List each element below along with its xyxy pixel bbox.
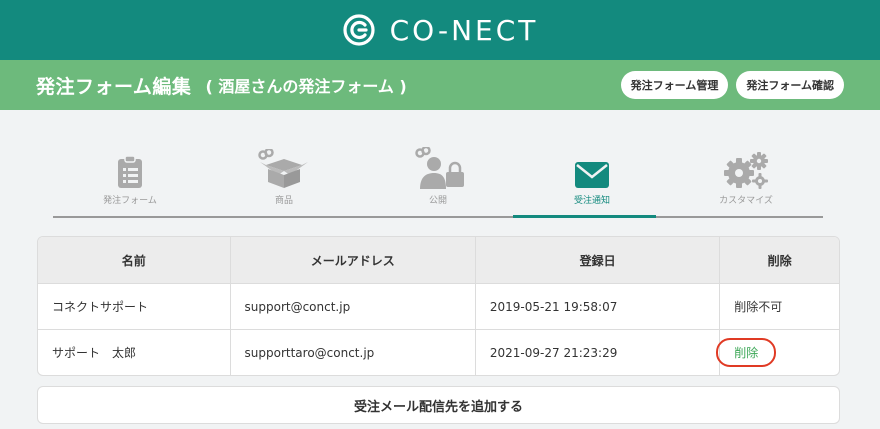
notification-table: 名前 メールアドレス 登録日 削除 コネクトサポート support@conct…	[37, 236, 840, 376]
active-step-indicator	[513, 215, 656, 218]
table-row: コネクトサポート support@conct.jp 2019-05-21 19:…	[38, 283, 839, 329]
cell-name: サポート 太郎	[52, 346, 137, 360]
tab-order-form[interactable]: 発注フォーム	[53, 148, 207, 218]
table-row: サポート 太郎 supporttaro@conct.jp 2021-09-27 …	[38, 329, 839, 375]
column-header-delete: 削除	[719, 237, 839, 283]
table-header: 名前 メールアドレス 登録日 削除	[38, 237, 839, 283]
cell-date: 2019-05-21 19:58:07	[474, 284, 719, 329]
logo-mark-icon	[343, 14, 375, 46]
envelope-icon	[575, 162, 609, 188]
header-actions: 発注フォーム管理 発注フォーム確認	[620, 71, 844, 99]
tab-label: 受注通知	[573, 196, 610, 206]
tab-publish[interactable]: 公開	[361, 147, 515, 218]
page-header: 発注フォーム編集 ( 酒屋さんの発注フォーム ) 発注フォーム管理 発注フォーム…	[0, 60, 880, 110]
box-icon	[258, 149, 308, 188]
page-subtitle: ( 酒屋さんの発注フォーム )	[205, 77, 407, 96]
top-navbar: CO-NECT	[0, 0, 880, 60]
steps-divider	[53, 216, 823, 218]
tab-label: 発注フォーム	[103, 196, 157, 206]
cell-delete: 削除	[716, 330, 839, 375]
clipboard-icon	[118, 155, 142, 188]
column-header-name: 名前	[121, 253, 146, 268]
user-lock-icon	[415, 147, 464, 189]
cell-date: 2021-09-27 21:23:29	[474, 330, 719, 375]
logo[interactable]: CO-NECT	[342, 13, 539, 47]
cell-delete-disabled: 削除不可	[719, 284, 839, 329]
tab-customize[interactable]: カスタマイズ	[669, 148, 823, 218]
form-confirm-button[interactable]: 発注フォーム確認	[736, 71, 844, 99]
tab-label: カスタマイズ	[719, 196, 773, 206]
add-recipient-button[interactable]: 受注メール配信先を追加する	[37, 386, 840, 424]
logo-text: CO-NECT	[389, 13, 539, 47]
step-tabs: 発注フォーム 商品 公開 受注通知 カスタマイズ	[53, 147, 823, 220]
delete-link[interactable]: 削除	[716, 338, 777, 367]
cell-name: コネクトサポート	[52, 300, 149, 314]
cell-email: supporttaro@conct.jp	[229, 330, 475, 375]
page-title: 発注フォーム編集	[36, 75, 192, 98]
column-header-date: 登録日	[474, 237, 719, 283]
gears-icon	[724, 152, 768, 189]
tab-label: 商品	[274, 196, 293, 206]
tab-products[interactable]: 商品	[207, 148, 361, 218]
tab-order-notification[interactable]: 受注通知	[515, 148, 669, 218]
cell-email: support@conct.jp	[229, 284, 475, 329]
tab-label: 公開	[428, 196, 447, 206]
column-header-email: メールアドレス	[229, 237, 475, 283]
form-manage-button[interactable]: 発注フォーム管理	[620, 71, 729, 99]
